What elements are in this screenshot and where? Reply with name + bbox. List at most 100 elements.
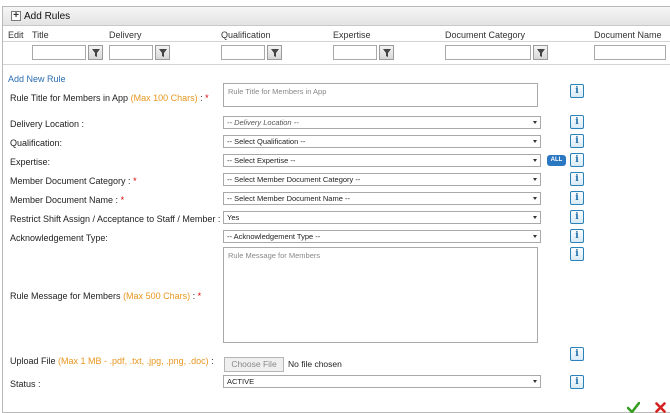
chevron-down-icon	[533, 140, 537, 143]
document-name-label-text: Member Document Name :	[10, 195, 119, 205]
status-info-icon[interactable]: i	[570, 375, 584, 389]
rule-message-label: Rule Message for Members (Max 500 Chars)…	[10, 291, 201, 301]
document-category-info-icon[interactable]: i	[570, 172, 584, 186]
document-name-info-icon[interactable]: i	[570, 191, 584, 205]
acknowledgement-type-select[interactable]: -- Acknowledgement Type --	[223, 230, 541, 243]
required-marker: *	[205, 93, 209, 103]
column-header-qualification[interactable]: Qualification	[221, 30, 271, 40]
delivery-filter-button[interactable]	[155, 45, 170, 60]
column-header-title[interactable]: Title	[32, 30, 49, 40]
filter-icon	[537, 49, 545, 57]
required-marker: *	[133, 176, 137, 186]
chevron-down-icon	[533, 121, 537, 124]
status-select[interactable]: ACTIVE	[223, 375, 541, 388]
restrict-shift-select[interactable]: Yes	[223, 211, 541, 224]
column-header-document-name[interactable]: Document Name	[594, 30, 662, 40]
rule-message-textarea[interactable]: Rule Message for Members	[223, 247, 538, 343]
delivery-location-value: -- Delivery Location --	[227, 118, 299, 127]
upload-file-label: Upload File (Max 1 MB - .pdf, .txt, .jpg…	[10, 356, 214, 366]
expertise-filter-input[interactable]	[333, 45, 377, 60]
document-category-label-text: Member Document Category :	[10, 176, 131, 186]
document-category-filter-button[interactable]	[533, 45, 548, 60]
column-header-delivery[interactable]: Delivery	[109, 30, 142, 40]
rule-message-label-text: Rule Message for Members	[10, 291, 121, 301]
document-name-select[interactable]: -- Select Member Document Name --	[223, 192, 541, 205]
file-status-text: No file chosen	[288, 359, 342, 369]
qualification-value: -- Select Qualification --	[227, 137, 306, 146]
upload-file-info-icon[interactable]: i	[570, 347, 584, 361]
rule-message-colon: :	[190, 291, 198, 301]
qualification-info-icon[interactable]: i	[570, 134, 584, 148]
filter-divider	[3, 64, 670, 65]
chevron-down-icon	[533, 159, 537, 162]
document-name-label: Member Document Name : *	[10, 195, 124, 205]
title-filter-button[interactable]	[88, 45, 103, 60]
panel-title: Add Rules	[24, 11, 71, 22]
status-label: Status :	[10, 379, 41, 389]
rule-title-hint: (Max 100 Chars)	[130, 93, 198, 103]
expertise-all-button[interactable]: ALL	[547, 155, 566, 166]
upload-file-hint: (Max 1 MB - .pdf, .txt, .jpg, .png, .doc…	[58, 356, 209, 366]
column-header-document-category[interactable]: Document Category	[445, 30, 525, 40]
filter-icon	[383, 49, 391, 57]
document-category-select[interactable]: -- Select Member Document Category --	[223, 173, 541, 186]
filter-icon	[159, 49, 167, 57]
rule-title-input[interactable]: Rule Title for Members in App	[223, 83, 538, 107]
chevron-down-icon	[533, 235, 537, 238]
expand-plus-icon[interactable]: +	[11, 11, 21, 21]
delivery-location-label: Delivery Location :	[10, 119, 85, 129]
chevron-down-icon	[533, 178, 537, 181]
chevron-down-icon	[533, 197, 537, 200]
delivery-location-info-icon[interactable]: i	[570, 115, 584, 129]
choose-file-button[interactable]: Choose File	[224, 357, 284, 372]
rule-title-label-text: Rule Title for Members in App	[10, 93, 129, 103]
delivery-filter-input[interactable]	[109, 45, 153, 60]
upload-file-colon: :	[208, 356, 214, 366]
restrict-shift-info-icon[interactable]: i	[570, 210, 584, 224]
add-rules-panel: + Add Rules Edit Title Delivery Qualific…	[2, 6, 670, 413]
qualification-filter-input[interactable]	[221, 45, 265, 60]
column-header-edit: Edit	[8, 30, 24, 40]
filter-icon	[271, 49, 279, 57]
delivery-location-select[interactable]: -- Delivery Location --	[223, 116, 541, 129]
expertise-filter-button[interactable]	[379, 45, 394, 60]
qualification-label: Qualification:	[10, 138, 63, 148]
rule-message-hint: (Max 500 Chars)	[123, 291, 191, 301]
close-icon[interactable]	[655, 402, 666, 413]
rule-title-info-icon[interactable]: i	[570, 84, 584, 98]
expertise-value: -- Select Expertise --	[227, 156, 296, 165]
restrict-shift-label: Restrict Shift Assign / Acceptance to St…	[10, 214, 221, 224]
expertise-info-icon[interactable]: i	[570, 153, 584, 167]
acknowledgement-type-info-icon[interactable]: i	[570, 229, 584, 243]
filter-icon	[92, 49, 100, 57]
upload-file-label-text: Upload File	[10, 356, 56, 366]
expertise-select[interactable]: -- Select Expertise --	[223, 154, 541, 167]
required-marker: *	[197, 291, 202, 301]
panel-titlebar: + Add Rules	[3, 7, 670, 26]
expertise-label: Expertise:	[10, 157, 51, 167]
qualification-filter-button[interactable]	[267, 45, 282, 60]
chevron-down-icon	[533, 380, 537, 383]
restrict-shift-value: Yes	[227, 213, 240, 222]
required-marker: *	[120, 195, 125, 205]
header-divider	[3, 41, 670, 42]
document-name-value: -- Select Member Document Name --	[227, 194, 350, 203]
rule-title-label: Rule Title for Members in App (Max 100 C…	[10, 93, 209, 103]
chevron-down-icon	[533, 216, 537, 219]
add-new-rule-heading: Add New Rule	[8, 74, 66, 84]
document-category-value: -- Select Member Document Category --	[227, 175, 361, 184]
rule-title-placeholder: Rule Title for Members in App	[228, 87, 327, 96]
acknowledgement-type-label: Acknowledgement Type:	[10, 233, 108, 243]
status-value: ACTIVE	[227, 377, 255, 386]
acknowledgement-type-value: -- Acknowledgement Type --	[227, 232, 321, 241]
rule-title-colon: :	[197, 93, 206, 103]
document-name-filter-input[interactable]	[594, 45, 666, 60]
title-filter-input[interactable]	[32, 45, 86, 60]
rule-message-placeholder: Rule Message for Members	[228, 251, 321, 260]
rule-message-info-icon[interactable]: i	[570, 247, 584, 261]
column-header-expertise[interactable]: Expertise	[333, 30, 371, 40]
qualification-select[interactable]: -- Select Qualification --	[223, 135, 541, 148]
document-category-filter-input[interactable]	[445, 45, 531, 60]
document-category-label: Member Document Category : *	[10, 176, 137, 186]
checkmark-icon[interactable]	[627, 402, 640, 413]
